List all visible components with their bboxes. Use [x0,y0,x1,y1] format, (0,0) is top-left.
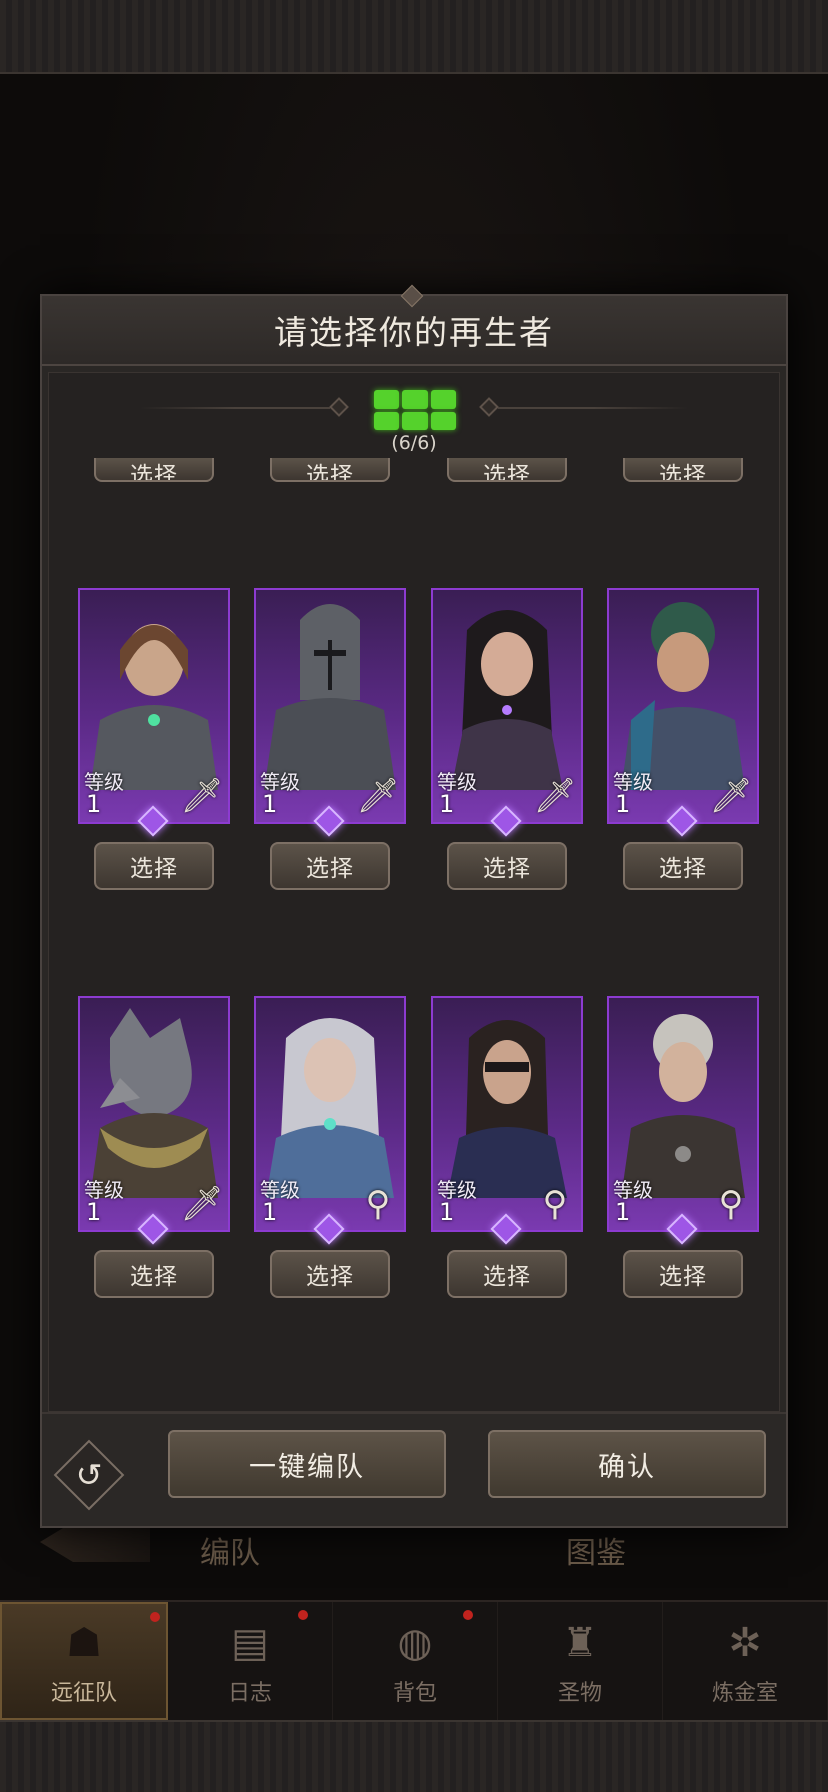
nav-label-bag: 背包 [392,1681,437,1706]
hero-portrait [90,624,218,790]
sword-icon: 🗡 [533,776,577,816]
hero-card[interactable]: 等级 1 ⚲ [607,996,759,1232]
relic-icon: ♜ [562,1620,598,1666]
select-button[interactable]: 选择 [94,458,214,482]
modal-footer: ↺ 一键编队 确认 [42,1412,786,1526]
hero-card[interactable]: 等级 1 🗡 [431,588,583,824]
hero-slot: 等级 1 🗡 [78,996,238,1245]
select-button[interactable]: 选择 [94,842,214,890]
select-button[interactable]: 选择 [623,458,743,482]
level-value: 1 [439,1198,455,1226]
level-value: 1 [439,790,455,818]
select-label: 选择 [306,463,354,482]
nav-item-expedition[interactable]: ☗ 远征队 [0,1602,168,1720]
sword-icon: 🗡 [180,1184,224,1224]
top-decorative-frame [0,0,828,74]
undo-icon: ↺ [75,1456,103,1494]
modal-header: 请选择你的再生者 [42,284,786,366]
alchemy-icon: ✲ [728,1620,762,1666]
modal-title: 请选择你的再生者 [274,313,554,352]
hero-card[interactable]: 等级 1 🗡 [78,588,230,824]
notification-badge [298,1610,308,1620]
nav-item-alchemy[interactable]: ✲ 炼金室 [663,1602,828,1720]
divider-right [498,407,688,409]
team-slots-icon [374,390,456,430]
bottom-decorative-frame [0,1720,828,1792]
hero-slot: 等级 1 🗡 [78,588,238,837]
team-slot [430,390,456,409]
background-tab-team: 编队 [200,1536,260,1571]
hero-slot: 等级 1 🗡 [607,588,767,837]
nav-label-expedition: 远征队 [50,1681,117,1706]
level-value: 1 [86,1198,102,1226]
nav-label-alchemy: 炼金室 [711,1681,778,1706]
horned-helmet-icon: ☗ [66,1620,102,1666]
hero-slot: 等级 1 ⚲ [607,996,767,1245]
hero-card[interactable]: 等级 1 🗡 [254,588,406,824]
team-slot [374,390,400,409]
hero-card[interactable]: 等级 1 ⚲ [254,996,406,1232]
nav-item-bag[interactable]: ◍ 背包 [333,1602,498,1720]
level-value: 1 [615,790,631,818]
nav-item-relic[interactable]: ♜ 圣物 [498,1602,663,1720]
hero-portrait [621,1014,745,1198]
nav-label-relic: 圣物 [557,1681,602,1706]
divider-left [140,407,330,409]
select-label: 选择 [130,463,178,482]
nav-item-journal[interactable]: ▤ 日志 [168,1602,333,1720]
level-value: 1 [615,1198,631,1226]
hero-portrait [451,610,563,790]
hero-portrait [264,604,396,790]
level-value: 1 [262,1198,278,1226]
hero-slot: 等级 1 ⚲ [254,996,414,1245]
select-button[interactable]: 选择 [447,1250,567,1298]
auto-team-button[interactable]: 一键编队 [168,1430,446,1498]
select-button[interactable]: 选择 [270,1250,390,1298]
select-label: 选择 [659,463,707,482]
select-button[interactable]: 选择 [94,1250,214,1298]
confirm-button[interactable]: 确认 [488,1430,766,1498]
scroll-icon: ▤ [231,1620,269,1666]
hero-slot: 等级 1 🗡 [431,588,591,837]
staff-icon: ⚲ [542,1184,568,1224]
sword-icon: 🗡 [709,776,753,816]
nav-label-journal: 日志 [227,1681,272,1706]
team-slot [402,411,428,430]
select-label: 选择 [483,463,531,482]
hero-portrait [621,602,745,790]
bottom-navigation: ☗ 远征队 ▤ 日志 ◍ 背包 ♜ 圣物 ✲ 炼金室 [0,1600,828,1720]
sword-icon: 🗡 [180,776,224,816]
select-button[interactable]: 选择 [623,842,743,890]
select-button[interactable]: 选择 [623,1250,743,1298]
hero-portrait [266,1018,394,1198]
team-slot [402,390,428,409]
staff-icon: ⚲ [718,1184,744,1224]
team-slot [374,411,400,430]
select-button[interactable]: 选择 [447,842,567,890]
hero-portrait [447,1020,567,1198]
hero-card[interactable]: 等级 1 🗡 [78,996,230,1232]
bag-icon: ◍ [397,1620,433,1666]
select-button[interactable]: 选择 [270,458,390,482]
team-slot [430,411,456,430]
hero-card[interactable]: 等级 1 ⚲ [431,996,583,1232]
background-tab-codex: 图鉴 [566,1536,626,1571]
hero-slot: 等级 1 ⚲ [431,996,591,1245]
sword-icon: 🗡 [356,776,400,816]
hero-slot: 等级 1 🗡 [254,588,414,837]
notification-badge [463,1610,473,1620]
hero-card[interactable]: 等级 1 🗡 [607,588,759,824]
select-button[interactable]: 选择 [447,458,567,482]
level-value: 1 [262,790,278,818]
level-value: 1 [86,790,102,818]
staff-icon: ⚲ [365,1184,391,1224]
select-button[interactable]: 选择 [270,842,390,890]
notification-badge [150,1612,160,1622]
hero-portrait [90,1008,218,1198]
team-count: (6/6) [391,432,437,454]
